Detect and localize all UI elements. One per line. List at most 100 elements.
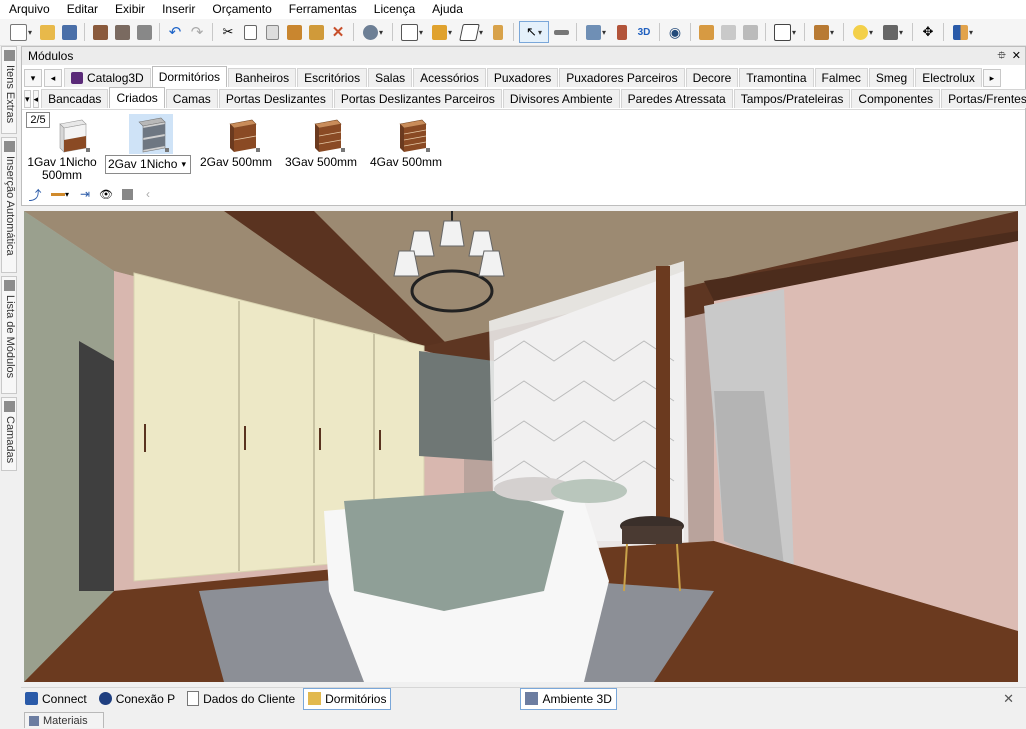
- rotate-right-button[interactable]: [740, 22, 760, 42]
- save-button[interactable]: [59, 22, 79, 42]
- box-icon: [813, 24, 829, 40]
- find-button[interactable]: 👁: [97, 186, 115, 202]
- eye-button[interactable]: ◉: [665, 22, 685, 42]
- print-button[interactable]: [134, 22, 154, 42]
- size-dropdown[interactable]: ▾: [47, 186, 73, 202]
- sidebar-tab-lista-de-modulos[interactable]: Lista de Módulos: [1, 276, 17, 394]
- menu-orcamento[interactable]: Orçamento: [203, 0, 279, 19]
- tab-portas-frentes[interactable]: Portas/Frentes: [941, 89, 1026, 108]
- render-button[interactable]: [90, 22, 110, 42]
- tab-portas-deslizantes-parceiros[interactable]: Portas Deslizantes Parceiros: [333, 89, 502, 108]
- module-item[interactable]: 1Gav 1Nicho 500mm: [26, 114, 106, 182]
- module-item-selected[interactable]: 2Gav 1Nicho ▾: [105, 114, 191, 182]
- hammer-button[interactable]: [284, 22, 304, 42]
- align-button[interactable]: ▾: [428, 22, 456, 42]
- sidebar-tab-insercao-automatica[interactable]: Inserção Automática: [1, 137, 17, 273]
- tab-salas[interactable]: Salas: [368, 68, 413, 87]
- module-item[interactable]: 3Gav 500mm: [281, 114, 361, 182]
- tab-bancadas[interactable]: Bancadas: [41, 89, 109, 108]
- tab-portas-deslizantes[interactable]: Portas Deslizantes: [218, 89, 333, 108]
- up-level-button[interactable]: ⤴: [26, 186, 44, 203]
- pin-icon[interactable]: ⯐: [998, 47, 1006, 65]
- tabs-scroll-right[interactable]: ▸: [982, 69, 1001, 87]
- sidebar-tab-camadas[interactable]: Camadas: [1, 397, 17, 471]
- copy-button[interactable]: [240, 22, 260, 42]
- tab-divisores-ambiente[interactable]: Divisores Ambiente: [502, 89, 620, 108]
- 3d-viewport[interactable]: [24, 211, 1018, 682]
- menu-editar[interactable]: Editar: [58, 0, 106, 19]
- camera-button[interactable]: ▾: [879, 22, 907, 42]
- new-button[interactable]: ▾: [7, 22, 35, 42]
- tab-dados-do-cliente[interactable]: Dados do Cliente: [183, 689, 299, 709]
- module-item[interactable]: 2Gav 500mm: [196, 114, 276, 182]
- tab-puxadores-parceiros[interactable]: Puxadores Parceiros: [559, 68, 685, 87]
- shape-button[interactable]: ▾: [458, 22, 486, 42]
- view-3d-button[interactable]: 3D: [634, 22, 654, 42]
- tabs-scroll-left[interactable]: ◂: [32, 90, 40, 108]
- tab-dormitorios[interactable]: Dormitórios: [151, 66, 228, 87]
- scroll-left-button[interactable]: ‹: [139, 186, 157, 202]
- tabs-menu-button[interactable]: ▾: [24, 90, 31, 108]
- tab-acessorios[interactable]: Acessórios: [413, 68, 486, 87]
- tab-paredes-atressata[interactable]: Paredes Atressata: [620, 89, 733, 108]
- print-preview-button[interactable]: [112, 22, 132, 42]
- menu-arquivo[interactable]: Arquivo: [0, 0, 58, 19]
- group-button[interactable]: ▾: [398, 22, 426, 42]
- tab-escritorios[interactable]: Escritórios: [297, 68, 368, 87]
- module-item[interactable]: 4Gav 500mm: [366, 114, 446, 182]
- move-icon: ✥: [922, 24, 934, 39]
- tab-dormitorios-doc[interactable]: Dormitórios: [303, 687, 392, 710]
- tab-connect[interactable]: Connect: [21, 689, 91, 709]
- tab-conexao-p[interactable]: Conexão P: [95, 689, 179, 709]
- rotate-left-button[interactable]: [696, 22, 716, 42]
- select-button[interactable]: ↖ ▾: [519, 21, 549, 43]
- tab-componentes[interactable]: Componentes: [851, 89, 941, 108]
- tab-electrolux[interactable]: Electrolux: [915, 68, 982, 87]
- menu-exibir[interactable]: Exibir: [106, 0, 153, 19]
- sidebar-tab-itens-extras[interactable]: Itens Extras: [1, 46, 17, 134]
- tab-falmec[interactable]: Falmec: [814, 68, 868, 87]
- menu-licenca[interactable]: Licença: [365, 0, 423, 19]
- tab-tramontina[interactable]: Tramontina: [739, 68, 814, 87]
- layers-button[interactable]: ▾: [582, 22, 610, 42]
- tab-catalog3d[interactable]: Catalog3D: [64, 68, 151, 87]
- menu-ferramentas[interactable]: Ferramentas: [280, 0, 365, 19]
- menu-ajuda[interactable]: Ajuda: [423, 0, 471, 19]
- door-button[interactable]: [488, 22, 508, 42]
- box-button[interactable]: ▾: [810, 22, 838, 42]
- module-variant-select[interactable]: 2Gav 1Nicho ▾: [105, 155, 191, 174]
- tab-tampos-prateleiras[interactable]: Tampos/Prateleiras: [733, 89, 851, 108]
- redo-button[interactable]: ↷: [187, 22, 207, 42]
- paste-button[interactable]: [262, 22, 282, 42]
- tab-label: Bancadas: [48, 91, 102, 106]
- settings-button[interactable]: ▾: [359, 22, 387, 42]
- building-button[interactable]: [612, 22, 632, 42]
- tab-criados[interactable]: Criados: [109, 87, 165, 108]
- move-button[interactable]: ✥: [918, 22, 938, 42]
- undo-button[interactable]: ↶: [165, 22, 185, 42]
- color-button[interactable]: ▾: [949, 22, 977, 42]
- cut-button[interactable]: ✂: [218, 22, 238, 42]
- measure-button[interactable]: [551, 22, 571, 42]
- close-icon[interactable]: ✕: [1012, 47, 1021, 65]
- delete-button[interactable]: ✕: [328, 22, 348, 42]
- library-button[interactable]: [118, 186, 136, 202]
- tab-smeg[interactable]: Smeg: [868, 68, 915, 87]
- materials-tab[interactable]: Materiais: [24, 712, 104, 728]
- close-icon[interactable]: ✕: [1003, 691, 1014, 707]
- menu-inserir[interactable]: Inserir: [153, 0, 203, 19]
- tab-ambiente-3d[interactable]: Ambiente 3D: [520, 687, 617, 710]
- tab-banheiros[interactable]: Banheiros: [228, 68, 297, 87]
- frame-button[interactable]: ▾: [771, 22, 799, 42]
- rotate-button[interactable]: [718, 22, 738, 42]
- light-button[interactable]: ▾: [849, 22, 877, 42]
- tab-puxadores[interactable]: Puxadores: [486, 68, 559, 87]
- tabs-scroll-left[interactable]: ◂: [44, 69, 62, 87]
- brush-button[interactable]: [306, 22, 326, 42]
- tab-camas[interactable]: Camas: [165, 89, 218, 108]
- import-button[interactable]: ⇥: [76, 186, 94, 202]
- open-icon: [39, 24, 55, 40]
- tab-decore[interactable]: Decore: [685, 68, 739, 87]
- open-button[interactable]: [37, 22, 57, 42]
- tabs-menu-button[interactable]: ▾: [24, 69, 42, 87]
